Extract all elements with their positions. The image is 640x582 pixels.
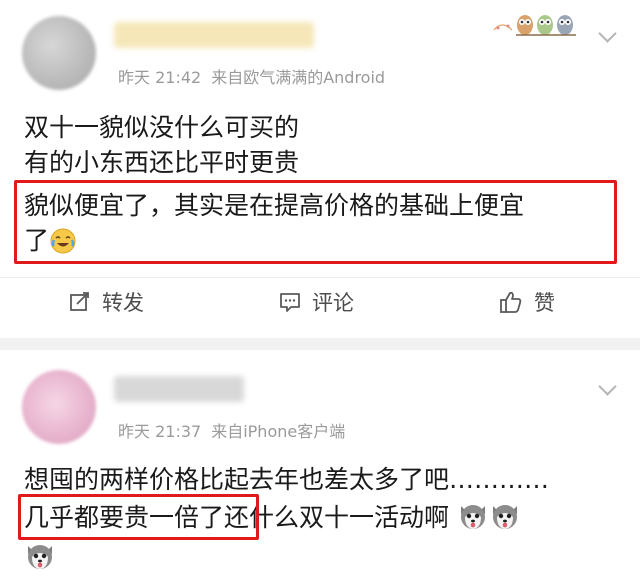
chevron-down-icon[interactable] — [598, 24, 617, 43]
username-blurred[interactable] — [114, 22, 314, 48]
husky-emoji-icon — [28, 545, 52, 569]
repost-label: 转发 — [102, 291, 144, 315]
highlight-box — [18, 494, 259, 540]
owl-badge-icon — [493, 15, 576, 36]
husky-emoji-icon — [460, 505, 485, 529]
avatar[interactable] — [22, 16, 96, 90]
like-button[interactable]: 赞 — [498, 282, 555, 322]
post-time: 昨天 21:37 — [118, 422, 202, 441]
avatar[interactable] — [22, 370, 96, 444]
husky-emoji-icon — [492, 505, 517, 529]
post-card-1: 昨天 21:42 来自欧气满满的Android 双十一貌似没什么可买的 有的小东西… — [0, 0, 640, 338]
post-meta: 昨天 21:42 来自欧气满满的Android — [112, 64, 385, 88]
username-blurred[interactable] — [114, 376, 244, 402]
edit-square-icon — [70, 292, 89, 311]
highlight-box — [14, 180, 617, 264]
post-time: 昨天 21:42 — [118, 68, 202, 87]
post-source: 来自欧气满满的Android — [211, 68, 386, 87]
comment-bubble-icon — [280, 293, 300, 312]
post-source: 来自iPhone客户端 — [211, 422, 346, 441]
repost-button[interactable]: 转发 — [68, 282, 144, 322]
post-text-line: 想囤的两样价格比起去年也差太多了吧………… — [24, 465, 550, 494]
comment-label: 评论 — [312, 291, 354, 315]
thumbs-up-icon — [500, 291, 522, 313]
post-emoji-line — [24, 540, 56, 572]
comment-button[interactable]: 评论 — [278, 282, 354, 322]
post-meta: 昨天 21:37 来自iPhone客户端 — [112, 418, 345, 442]
post-text-line: 有的小东西还比平时更贵 — [24, 148, 300, 177]
like-label: 赞 — [534, 291, 555, 315]
post-text-line: 双十一貌似没什么可买的 — [24, 113, 300, 142]
divider — [0, 277, 640, 278]
